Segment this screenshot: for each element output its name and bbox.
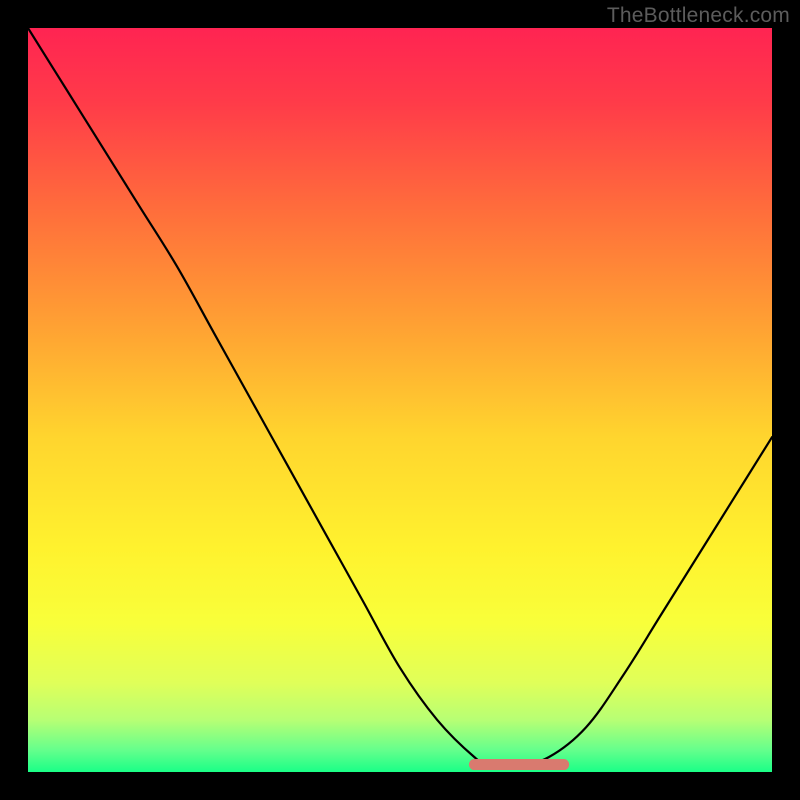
plot-area <box>28 28 772 772</box>
chart-frame: TheBottleneck.com <box>0 0 800 800</box>
watermark-text: TheBottleneck.com <box>607 4 790 28</box>
curve-layer <box>28 28 772 772</box>
bottleneck-curve <box>28 28 772 766</box>
